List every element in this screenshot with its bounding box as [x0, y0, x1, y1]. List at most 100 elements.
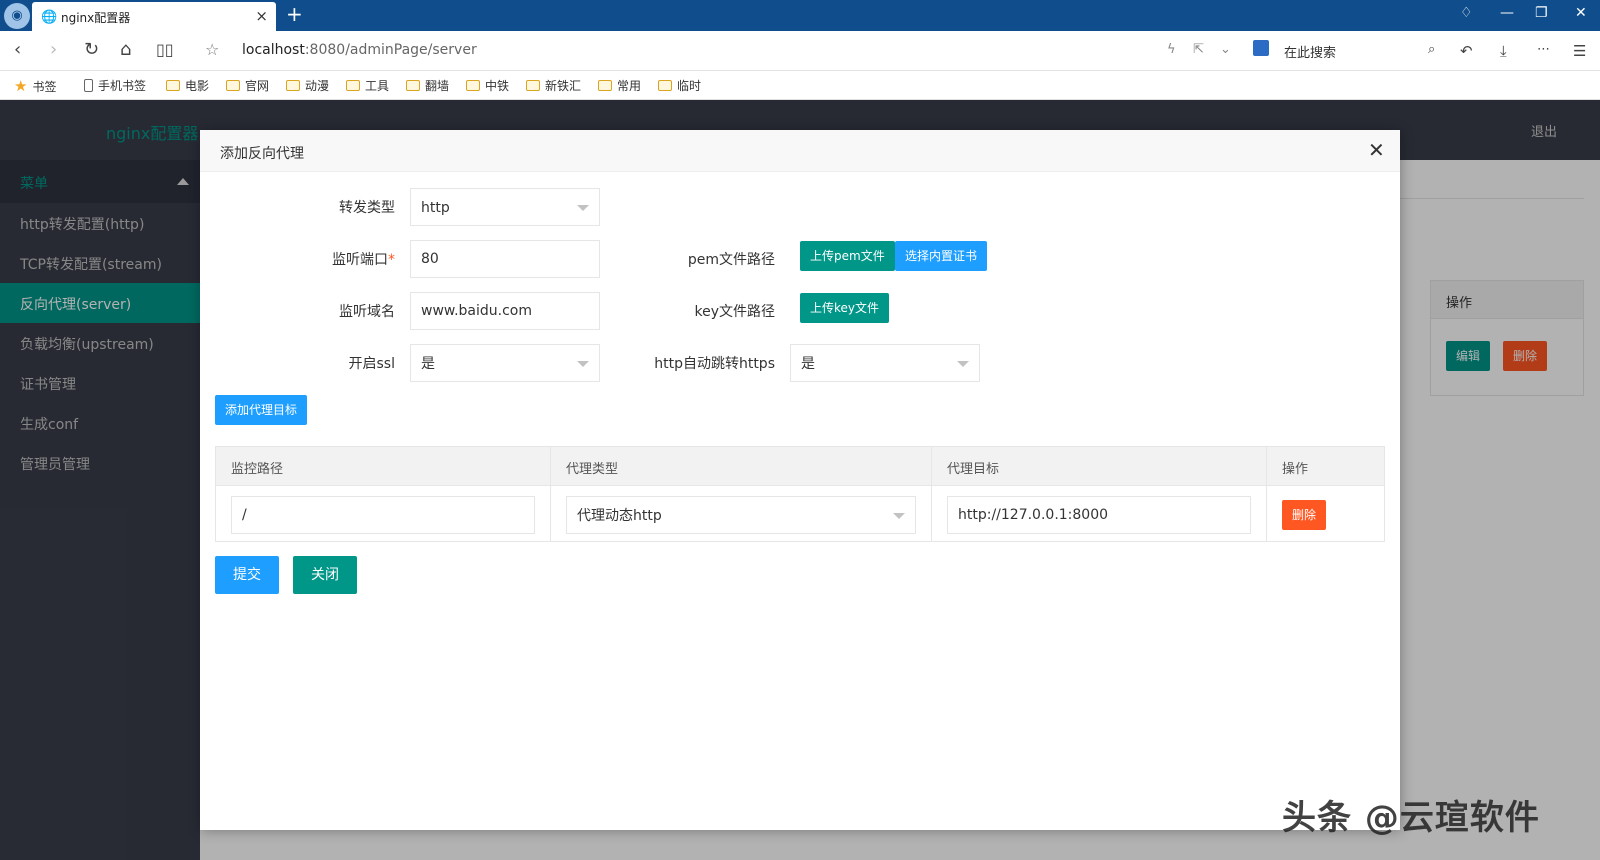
- folder-icon: [658, 80, 672, 91]
- chevron-down-icon: [577, 361, 589, 367]
- column-divider: [931, 447, 932, 541]
- back-icon[interactable]: ‹: [14, 40, 21, 60]
- bookmark-item[interactable]: 翻墙: [406, 77, 449, 94]
- reader-icon[interactable]: ▯▯: [156, 40, 174, 60]
- https-redirect-select[interactable]: 是: [790, 344, 980, 382]
- ssl-value: 是: [421, 356, 435, 372]
- domain-input[interactable]: [410, 292, 600, 330]
- more-icon[interactable]: ⋯: [1537, 42, 1550, 57]
- bookmark-label: 手机书签: [98, 79, 147, 93]
- dialog-title: 添加反向代理: [220, 146, 304, 162]
- upload-pem-button[interactable]: 上传pem文件: [800, 241, 895, 271]
- bookmark-item[interactable]: 中铁: [466, 77, 509, 94]
- chevron-down-icon: [957, 361, 969, 367]
- bookmark-label: 中铁: [485, 79, 510, 93]
- bookmark-label: 临时: [677, 79, 702, 93]
- browser-titlebar: ◉ 🌐 nginx配置器 × + ♢ — ❐ ✕: [0, 0, 1600, 31]
- chevron-down-icon: [893, 513, 905, 519]
- port-label: 监听端口*: [280, 249, 395, 269]
- delete-row-button[interactable]: 删除: [1282, 500, 1327, 530]
- chevron-down-icon[interactable]: ⌄: [1220, 42, 1231, 57]
- bookmark-item[interactable]: 手机书签: [84, 77, 146, 94]
- url-path: :8080/adminPage/server: [304, 42, 477, 58]
- https-redirect-value: 是: [801, 356, 815, 372]
- proxy-target-input[interactable]: [947, 496, 1251, 534]
- header-target: 代理目标: [947, 462, 1000, 477]
- chevron-down-icon: [577, 205, 589, 211]
- search-input[interactable]: 在此搜索: [1284, 42, 1336, 61]
- bookmark-item[interactable]: 工具: [346, 77, 389, 94]
- watermark: 头条 @云瑄软件: [1282, 798, 1540, 838]
- forward-type-label: 转发类型: [339, 200, 395, 216]
- choose-cert-button[interactable]: 选择内置证书: [895, 241, 988, 271]
- folder-icon: [526, 80, 540, 91]
- browser-logo-icon[interactable]: ◉: [4, 3, 30, 29]
- new-tab-icon[interactable]: +: [286, 2, 303, 26]
- forward-icon[interactable]: ›: [50, 40, 57, 60]
- download-icon[interactable]: ⤓: [1500, 42, 1507, 60]
- table-header: 监控路径 代理类型 代理目标 操作: [216, 447, 1384, 486]
- reload-icon[interactable]: ↻: [84, 40, 99, 60]
- proxy-type-select[interactable]: 代理动态http: [566, 496, 916, 534]
- upload-key-button[interactable]: 上传key文件: [800, 293, 890, 323]
- header-path: 监控路径: [231, 462, 284, 477]
- bookmark-item[interactable]: 电影: [166, 77, 209, 94]
- bookmark-label: 动漫: [305, 79, 330, 93]
- url-host: localhost: [242, 42, 305, 58]
- undo-icon[interactable]: ↶: [1460, 42, 1473, 60]
- tab-close-icon[interactable]: ×: [255, 7, 268, 25]
- url-field[interactable]: localhost:8080/adminPage/server: [242, 42, 477, 58]
- address-bar: ‹ › ↻ ⌂ ▯▯ ☆ localhost:8080/adminPage/se…: [0, 31, 1600, 71]
- tab-title: nginx配置器: [61, 11, 131, 25]
- header-type: 代理类型: [566, 462, 619, 477]
- port-label-text: 监听端口: [332, 252, 388, 268]
- bookmark-label: 工具: [365, 79, 390, 93]
- close-button[interactable]: 关闭: [293, 556, 357, 594]
- bookmark-label: 常用: [617, 79, 642, 93]
- folder-icon: [286, 80, 300, 91]
- dialog-header: 添加反向代理 ✕: [200, 130, 1400, 172]
- bookmark-item[interactable]: 临时: [658, 77, 701, 94]
- bookmark-item[interactable]: 常用: [598, 77, 641, 94]
- add-target-button[interactable]: 添加代理目标: [215, 395, 308, 425]
- minimize-icon[interactable]: —: [1500, 5, 1514, 21]
- close-icon[interactable]: ✕: [1368, 139, 1385, 161]
- https-redirect-label: http自动跳转https: [654, 356, 775, 372]
- flash-icon[interactable]: ϟ: [1167, 42, 1176, 57]
- submit-button[interactable]: 提交: [215, 556, 279, 594]
- skin-icon[interactable]: ♢: [1460, 5, 1473, 21]
- bookmark-label: 翻墙: [425, 79, 450, 93]
- forward-type-value: http: [421, 200, 450, 216]
- folder-icon: [598, 80, 612, 91]
- restore-icon[interactable]: ❐: [1535, 5, 1548, 21]
- bookmark-item[interactable]: ★ 书签: [14, 77, 56, 95]
- bookmark-label: 书签: [32, 79, 57, 94]
- pem-path-label: pem文件路径: [687, 252, 775, 268]
- proxy-target-table: 监控路径 代理类型 代理目标 操作 代理动态http 删除: [215, 446, 1385, 542]
- star-icon[interactable]: ☆: [205, 40, 219, 60]
- ssl-label: 开启ssl: [348, 356, 395, 372]
- add-proxy-dialog: 添加反向代理 ✕ 转发类型 http 监听端口* pem文件路径 上传pem文件…: [200, 130, 1400, 830]
- menu-icon[interactable]: ☰: [1573, 42, 1586, 60]
- window-close-icon[interactable]: ✕: [1575, 5, 1587, 21]
- bookmark-item[interactable]: 新铁汇: [526, 77, 581, 94]
- forward-type-select[interactable]: http: [410, 188, 600, 226]
- path-input[interactable]: [231, 496, 535, 534]
- port-input[interactable]: [410, 240, 600, 278]
- required-mark: *: [388, 252, 395, 268]
- globe-icon: 🌐: [41, 10, 58, 25]
- column-divider: [1266, 447, 1267, 541]
- ssl-select[interactable]: 是: [410, 344, 600, 382]
- bookmark-item[interactable]: 官网: [226, 77, 269, 94]
- folder-icon: [226, 80, 240, 91]
- search-engine-icon[interactable]: [1253, 40, 1269, 56]
- bookmark-item[interactable]: 动漫: [286, 77, 329, 94]
- browser-tab[interactable]: 🌐 nginx配置器 ×: [32, 2, 276, 31]
- share-icon[interactable]: ⇱: [1193, 42, 1204, 57]
- bookmark-label: 官网: [245, 79, 270, 93]
- home-icon[interactable]: ⌂: [120, 40, 131, 60]
- search-icon[interactable]: ⌕: [1428, 42, 1435, 57]
- folder-icon: [406, 80, 420, 91]
- phone-icon: [84, 79, 93, 92]
- bookmark-label: 新铁汇: [545, 79, 582, 93]
